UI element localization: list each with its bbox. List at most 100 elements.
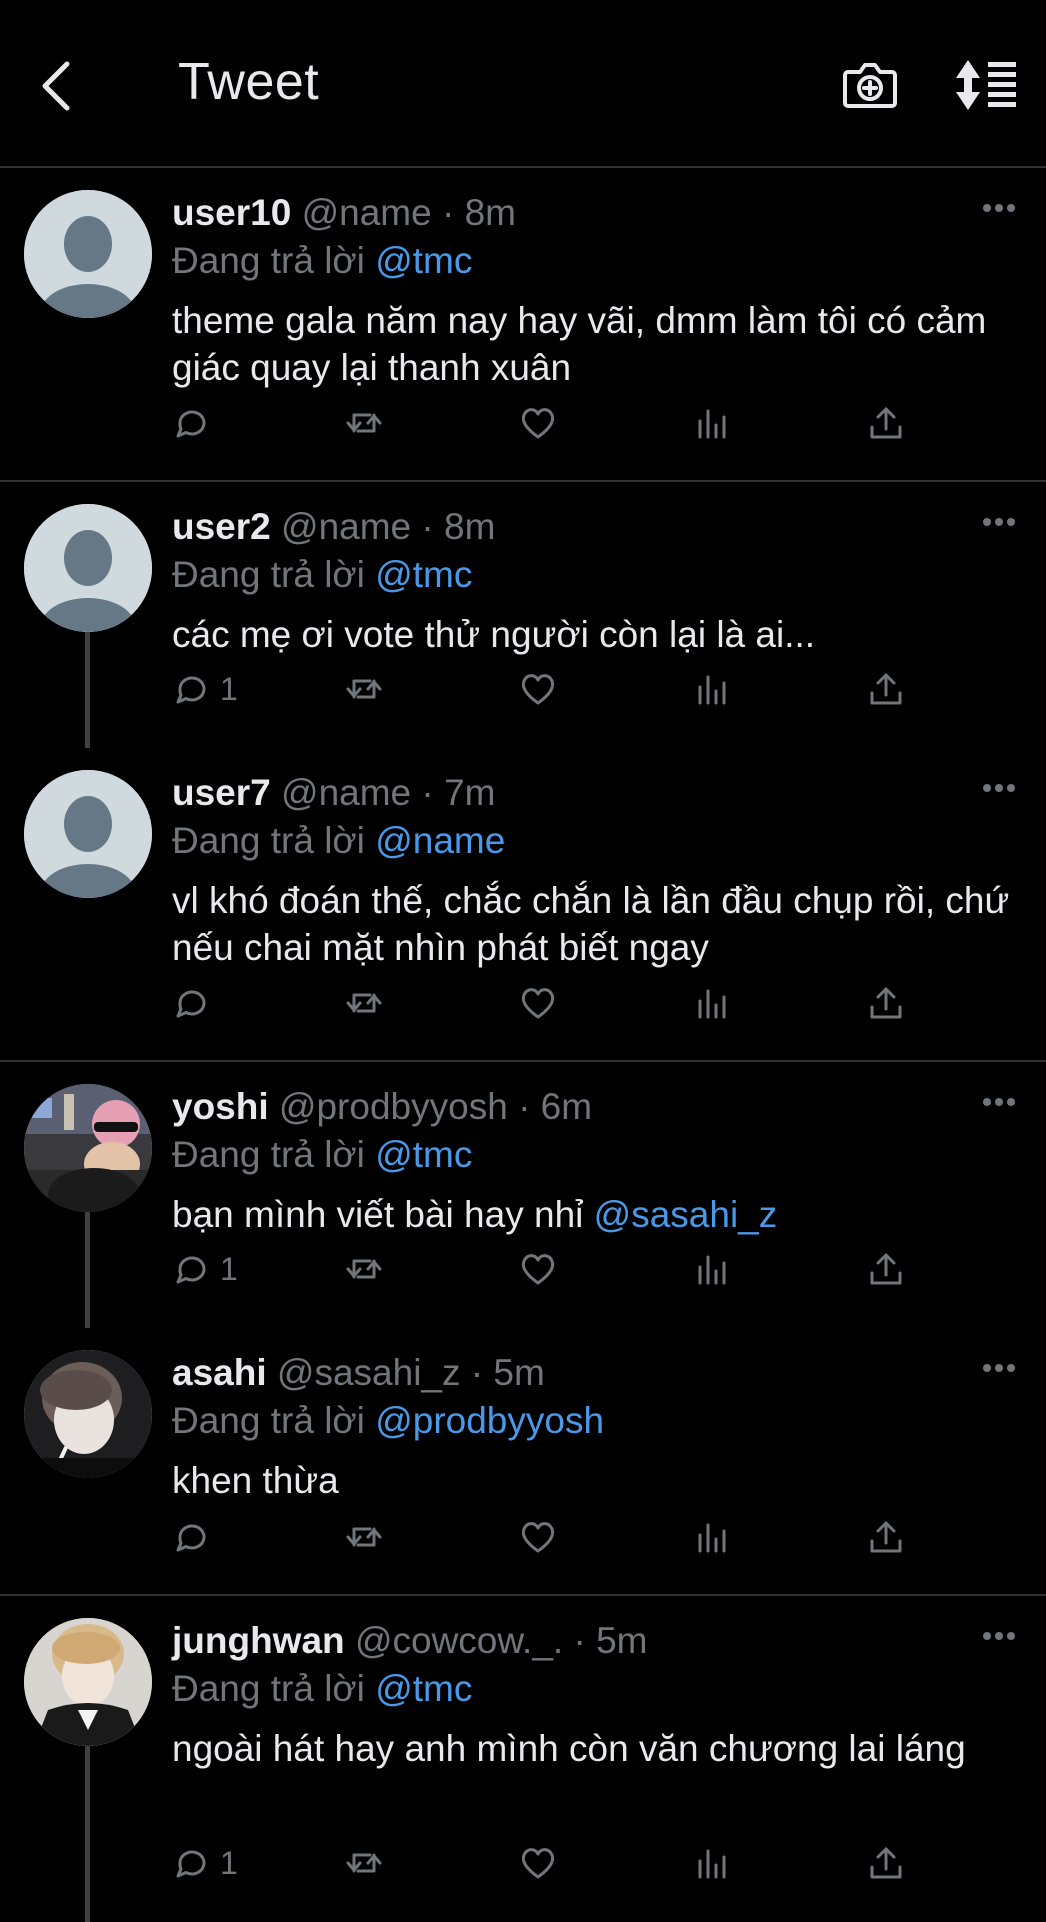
- reply-prefix: Đang trả lời: [172, 1400, 365, 1441]
- tweet-actions: [172, 400, 1006, 446]
- reply-button[interactable]: [172, 980, 220, 1026]
- tweet-actions: [172, 1514, 1006, 1560]
- timestamp[interactable]: 5m: [596, 1620, 647, 1661]
- back-button[interactable]: [30, 56, 80, 116]
- tweet-item[interactable]: asahi @sasahi_z · 5m Đang trả lời @prodb…: [0, 1328, 1046, 1596]
- username[interactable]: asahi: [172, 1352, 267, 1393]
- reply-button[interactable]: [172, 1514, 220, 1560]
- username[interactable]: junghwan: [172, 1620, 345, 1661]
- more-options-icon[interactable]: [982, 516, 1016, 528]
- avatar[interactable]: [24, 1084, 152, 1212]
- share-button[interactable]: [866, 1840, 906, 1886]
- separator-dot: ·: [470, 1352, 484, 1393]
- timestamp[interactable]: 8m: [444, 506, 495, 547]
- retweet-button[interactable]: [344, 1246, 384, 1292]
- user-handle[interactable]: @name: [302, 192, 432, 233]
- retweet-icon: [346, 1853, 382, 1873]
- username[interactable]: user2: [172, 506, 271, 547]
- like-button[interactable]: [518, 1514, 558, 1560]
- tweet-text: bạn mình viết bài hay nhỉ @sasahi_z: [172, 1191, 1016, 1238]
- more-options-icon[interactable]: [982, 782, 1016, 794]
- like-button[interactable]: [518, 980, 558, 1026]
- user-handle[interactable]: @sasahi_z: [277, 1352, 461, 1393]
- user-handle[interactable]: @prodbyyosh: [279, 1086, 508, 1127]
- more-options-icon[interactable]: [982, 1630, 1016, 1642]
- reply-prefix: Đang trả lời: [172, 820, 365, 861]
- page-title: Tweet: [178, 53, 320, 111]
- camera-add-button[interactable]: [842, 56, 898, 112]
- analytics-icon: [698, 409, 726, 439]
- more-options-icon[interactable]: [982, 1362, 1016, 1374]
- timestamp[interactable]: 6m: [541, 1086, 592, 1127]
- retweet-button[interactable]: [344, 666, 384, 712]
- retweet-icon: [346, 1259, 382, 1279]
- share-button[interactable]: [866, 400, 906, 446]
- share-button[interactable]: [866, 1246, 906, 1292]
- avatar[interactable]: [24, 770, 152, 898]
- reply-to-mention[interactable]: @name: [375, 820, 505, 861]
- reply-count: 1: [220, 1250, 238, 1287]
- timestamp[interactable]: 5m: [493, 1352, 544, 1393]
- retweet-button[interactable]: [344, 1840, 384, 1886]
- tweet-item[interactable]: yoshi @prodbyyosh · 6m Đang trả lời @tmc…: [0, 1062, 1046, 1328]
- thread-connector: [85, 1212, 90, 1328]
- reply-context: Đang trả lời @prodbyyosh: [172, 1398, 1016, 1444]
- share-button[interactable]: [866, 666, 906, 712]
- views-button[interactable]: [692, 666, 732, 712]
- avatar[interactable]: [24, 1350, 152, 1478]
- reply-to-mention[interactable]: @prodbyyosh: [375, 1400, 604, 1441]
- username[interactable]: user10: [172, 192, 291, 233]
- views-button[interactable]: [692, 980, 732, 1026]
- tweet-item[interactable]: user2 @name · 8m Đang trả lời @tmc các m…: [0, 482, 1046, 748]
- heart-icon: [521, 1848, 555, 1879]
- tweet-text: ngoài hát hay anh mình còn văn chương la…: [172, 1728, 966, 1769]
- default-avatar-icon: [24, 190, 152, 318]
- views-button[interactable]: [692, 1514, 732, 1560]
- views-button[interactable]: [692, 1840, 732, 1886]
- reply-to-mention[interactable]: @tmc: [375, 1134, 472, 1175]
- thread-connector: [85, 1746, 90, 1922]
- like-button[interactable]: [518, 400, 558, 446]
- separator-dot: ·: [421, 506, 434, 547]
- timestamp[interactable]: 7m: [444, 772, 495, 813]
- reply-to-mention[interactable]: @tmc: [375, 554, 472, 595]
- share-button[interactable]: [866, 980, 906, 1026]
- reply-button[interactable]: 1: [172, 666, 238, 712]
- reply-icon: [176, 1256, 206, 1284]
- retweet-button[interactable]: [344, 400, 384, 446]
- user-handle[interactable]: @cowcow._.: [355, 1620, 563, 1661]
- like-button[interactable]: [518, 1840, 558, 1886]
- reply-button[interactable]: [172, 400, 220, 446]
- reply-icon: [176, 410, 206, 438]
- tweet-item[interactable]: user10 @name · 8m Đang trả lời @tmc them…: [0, 168, 1046, 482]
- tweet-item[interactable]: user7 @name · 7m Đang trả lời @name vl k…: [0, 748, 1046, 1062]
- views-button[interactable]: [692, 400, 732, 446]
- timestamp[interactable]: 8m: [465, 192, 516, 233]
- reply-prefix: Đang trả lời: [172, 240, 365, 281]
- username[interactable]: user7: [172, 772, 271, 813]
- more-options-icon[interactable]: [982, 202, 1016, 214]
- sort-replies-button[interactable]: [954, 58, 1018, 112]
- like-button[interactable]: [518, 1246, 558, 1292]
- text-mention[interactable]: @sasahi_z: [594, 1194, 778, 1235]
- username[interactable]: yoshi: [172, 1086, 269, 1127]
- more-options-icon[interactable]: [982, 1096, 1016, 1108]
- reply-button[interactable]: 1: [172, 1246, 238, 1292]
- views-button[interactable]: [692, 1246, 732, 1292]
- user-handle[interactable]: @name: [281, 506, 411, 547]
- retweet-button[interactable]: [344, 1514, 384, 1560]
- reply-to-mention[interactable]: @tmc: [375, 240, 472, 281]
- reply-context: Đang trả lời @tmc: [172, 1132, 1016, 1178]
- tweet-item[interactable]: junghwan @cowcow._. · 5m Đang trả lời @t…: [0, 1596, 1046, 1922]
- reply-to-mention[interactable]: @tmc: [375, 1668, 472, 1709]
- retweet-button[interactable]: [344, 980, 384, 1026]
- user-handle[interactable]: @name: [281, 772, 411, 813]
- retweet-icon: [346, 1527, 382, 1547]
- avatar[interactable]: [24, 1618, 152, 1746]
- like-button[interactable]: [518, 666, 558, 712]
- avatar[interactable]: [24, 504, 152, 632]
- share-button[interactable]: [866, 1514, 906, 1560]
- avatar[interactable]: [24, 190, 152, 318]
- reply-button[interactable]: 1: [172, 1840, 238, 1886]
- camera-plus-icon: [843, 63, 897, 108]
